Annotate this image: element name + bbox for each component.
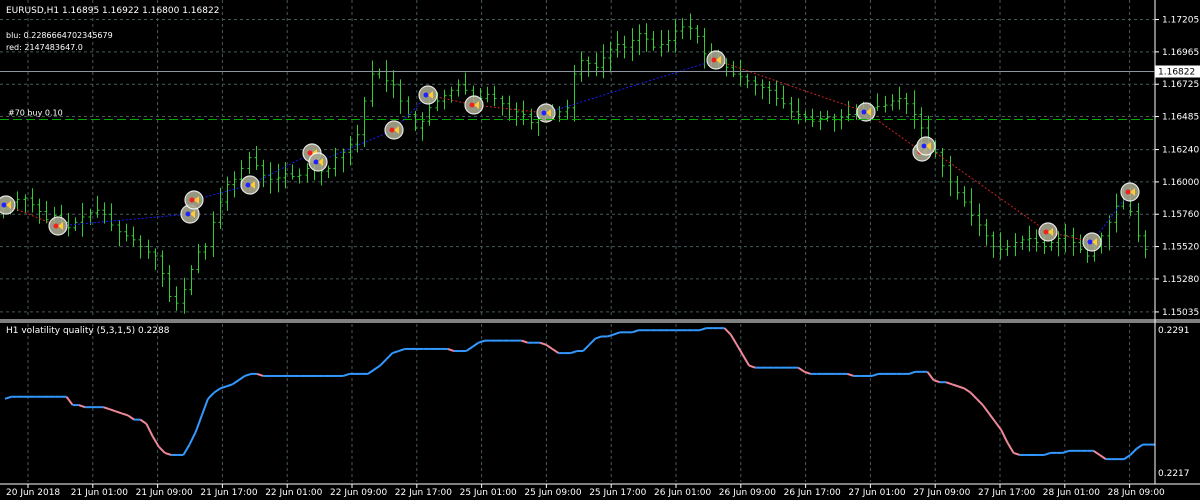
time-tick-label: 22 Jun 09:00 <box>330 488 387 498</box>
trade-marker-dot <box>711 57 717 63</box>
time-tick-label: 21 Jun 09:00 <box>136 488 193 498</box>
price-tick-label: 1.16725 <box>1162 80 1199 90</box>
indicator-y-top: 0.2291 <box>1158 326 1190 336</box>
trade-marker-dot <box>541 110 547 116</box>
time-tick-label: 27 Jun 01:00 <box>848 488 905 498</box>
time-tick-label: 26 Jun 17:00 <box>784 488 841 498</box>
price-tick-label: 1.17205 <box>1162 16 1199 26</box>
time-tick-label: 26 Jun 09:00 <box>719 488 776 498</box>
trade-marker-dot <box>1125 189 1131 195</box>
time-tick-label: 22 Jun 17:00 <box>395 488 452 498</box>
price-tick-label: 1.15280 <box>1162 275 1199 285</box>
trade-marker-dot <box>921 143 927 149</box>
trade-marker-dot <box>1087 239 1093 245</box>
trade-marker-dot <box>389 127 395 133</box>
trade-marker-dot <box>245 182 251 188</box>
blu-label: blu: 0.2286664702345679 <box>6 31 113 40</box>
price-tick-label: 1.16000 <box>1162 178 1199 188</box>
trade-marker-dot <box>53 223 59 229</box>
indicator-y-bottom: 0.2217 <box>1158 469 1190 479</box>
time-tick-label: 28 Jun 09:00 <box>1108 488 1165 498</box>
time-tick-label: 28 Jun 01:00 <box>1043 488 1100 498</box>
price-tick-label: 1.16485 <box>1162 113 1199 123</box>
time-tick-label: 25 Jun 01:00 <box>460 488 517 498</box>
time-tick-label: 21 Jun 17:00 <box>200 488 257 498</box>
indicator-header: H1 volatility quality (5,3,1,5) 0.2288 <box>6 326 170 336</box>
time-tick-label: 21 Jun 01:00 <box>71 488 128 498</box>
trade-marker-dot <box>1043 229 1049 235</box>
current-price-label: 1.16822 <box>1158 68 1195 78</box>
red-label: red: 2147483647.0 <box>6 43 83 52</box>
time-tick-label: 27 Jun 17:00 <box>978 488 1035 498</box>
trade-marker-dot <box>469 102 475 108</box>
trade-marker-dot <box>423 92 429 98</box>
trade-marker-dot <box>1 202 7 208</box>
trade-marker-dot <box>189 197 195 203</box>
time-tick-label: 25 Jun 09:00 <box>524 488 581 498</box>
price-tick-label: 1.16240 <box>1162 146 1199 156</box>
time-tick-label: 26 Jun 01:00 <box>654 488 711 498</box>
chart-header: EURUSD,H1 1.16895 1.16922 1.16800 1.1682… <box>6 6 219 16</box>
price-tick-label: 1.15520 <box>1162 243 1199 253</box>
price-tick-label: 1.15760 <box>1162 210 1199 220</box>
trading-chart[interactable]: 1.16822 EURUSD,H1 1.16895 1.16922 1.1680… <box>0 0 1200 500</box>
trade-marker-dot <box>861 109 867 115</box>
trade-marker-dot <box>313 159 319 165</box>
price-tick-label: 1.15035 <box>1162 308 1199 318</box>
time-tick-label: 27 Jun 09:00 <box>913 488 970 498</box>
trade-marker-dot <box>185 211 191 217</box>
time-tick-label: 20 Jun 2018 <box>6 488 60 498</box>
time-tick-label: 22 Jun 01:00 <box>265 488 322 498</box>
time-tick-label: 25 Jun 17:00 <box>589 488 646 498</box>
order-label: #70 buy 0.10 <box>8 109 63 118</box>
price-tick-label: 1.16965 <box>1162 48 1199 58</box>
chart-background <box>0 0 1200 500</box>
